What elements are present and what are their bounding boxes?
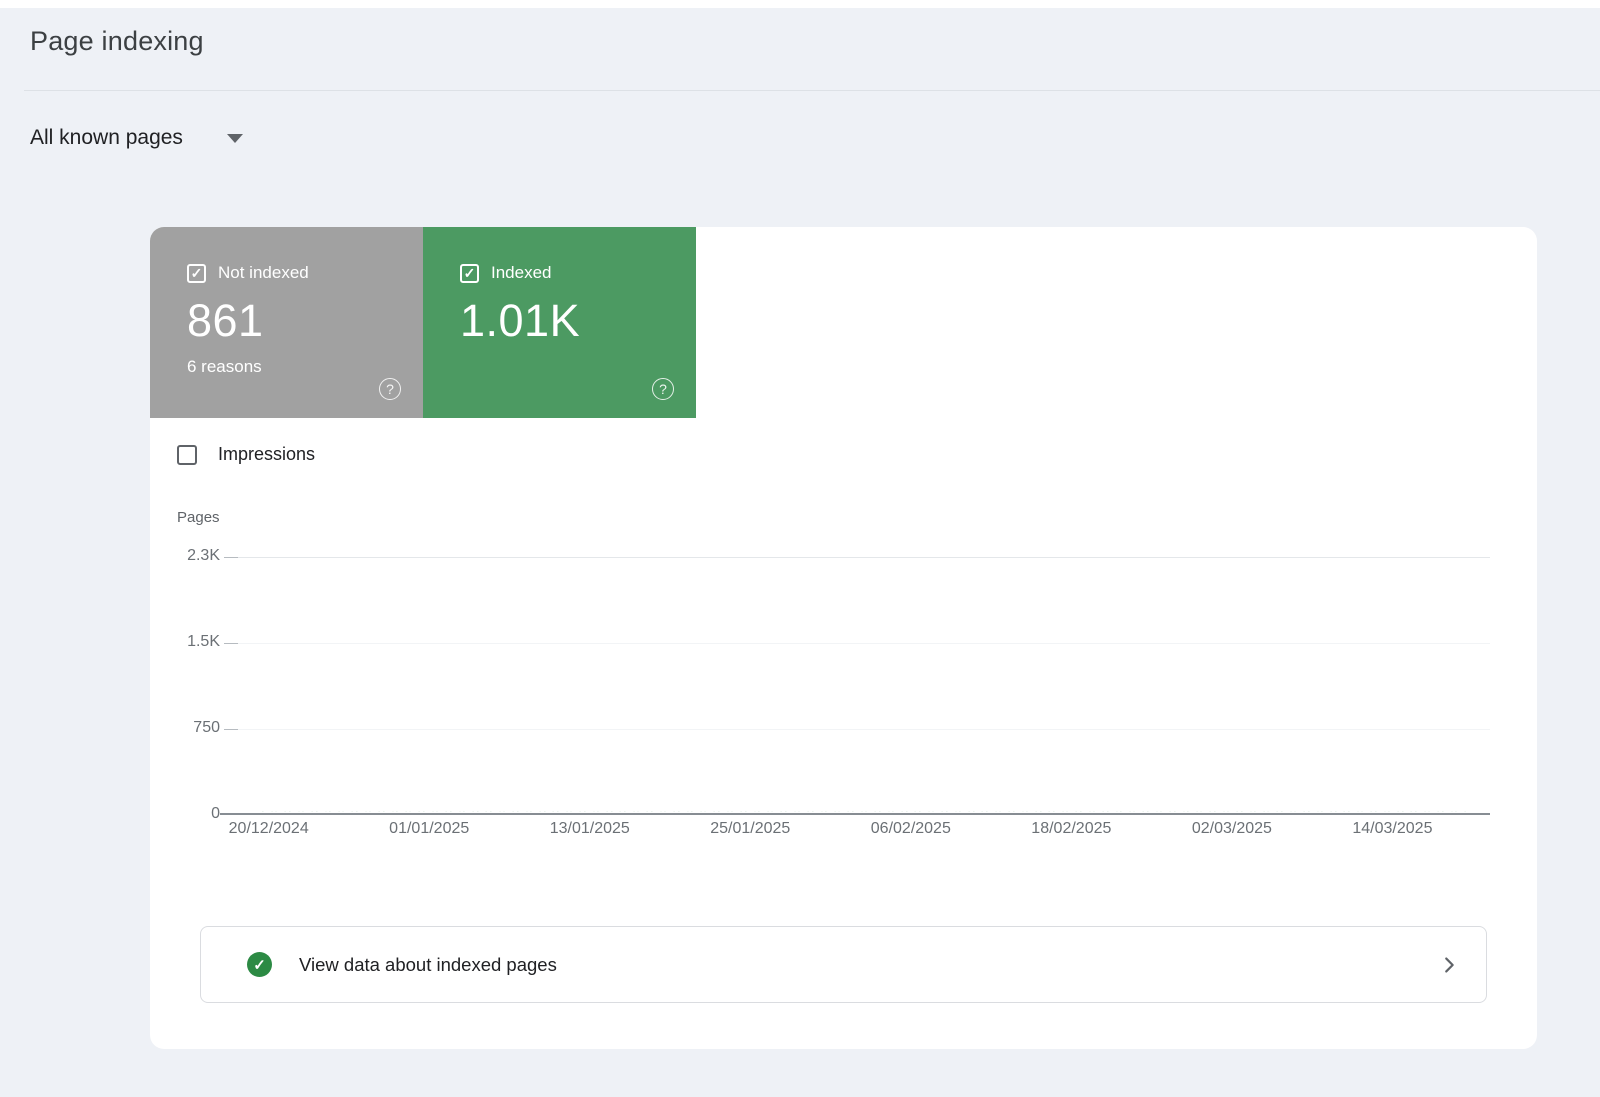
not-indexed-tile-header: ✓ Not indexed (187, 263, 423, 283)
view-indexed-pages-label: View data about indexed pages (299, 954, 557, 976)
x-axis-baseline (220, 813, 1490, 815)
x-axis-label: 13/01/2025 (550, 820, 630, 838)
chevron-down-icon (227, 134, 243, 143)
indexing-chart (240, 557, 1490, 815)
x-axis-label: 14/03/2025 (1352, 820, 1432, 838)
indexed-tile-header: ✓ Indexed (460, 263, 696, 283)
not-indexed-checkbox-icon[interactable]: ✓ (187, 264, 206, 283)
y-tick-label: 1.5K (120, 633, 220, 651)
top-strip (0, 0, 1600, 8)
y-tick-label: 2.3K (120, 547, 220, 565)
x-axis-label: 20/12/2024 (229, 820, 309, 838)
x-axis-label: 01/01/2025 (389, 820, 469, 838)
help-icon[interactable]: ? (652, 378, 674, 400)
y-tick-label: 0 (120, 805, 220, 823)
not-indexed-label: Not indexed (218, 263, 309, 283)
indexed-label: Indexed (491, 263, 552, 283)
x-axis-label: 18/02/2025 (1031, 820, 1111, 838)
not-indexed-count: 861 (187, 295, 423, 347)
header-divider (24, 90, 1600, 91)
y-axis-title: Pages (177, 509, 220, 526)
chart-bars (262, 557, 1466, 813)
x-axis-label: 02/03/2025 (1192, 820, 1272, 838)
page-title: Page indexing (30, 26, 204, 57)
impressions-label: Impressions (218, 444, 315, 465)
y-tick-label: 750 (120, 719, 220, 737)
indexed-checkbox-icon[interactable]: ✓ (460, 264, 479, 283)
view-indexed-pages-link[interactable]: ✓ View data about indexed pages (200, 926, 1487, 1003)
not-indexed-tile[interactable]: ✓ Not indexed 861 6 reasons ? (150, 227, 423, 418)
x-axis-label: 25/01/2025 (710, 820, 790, 838)
check-circle-icon: ✓ (247, 952, 272, 977)
page-indexing-screen: Page indexing All known pages ✓ Not inde… (0, 0, 1600, 1097)
chevron-right-icon[interactable] (1438, 954, 1460, 976)
help-icon[interactable]: ? (379, 378, 401, 400)
impressions-checkbox[interactable] (177, 445, 197, 465)
x-axis-label: 06/02/2025 (871, 820, 951, 838)
impressions-toggle[interactable]: Impressions (177, 444, 315, 465)
indexed-tile[interactable]: ✓ Indexed 1.01K ? (423, 227, 696, 418)
chart-x-labels: 20/12/202401/01/202513/01/202525/01/2025… (262, 820, 1466, 842)
scope-dropdown-label: All known pages (30, 126, 183, 150)
not-indexed-reasons: 6 reasons (187, 357, 423, 377)
indexed-count: 1.01K (460, 295, 696, 347)
summary-tiles: ✓ Not indexed 861 6 reasons ? ✓ Indexed … (150, 227, 696, 418)
page-scope-dropdown[interactable]: All known pages (30, 126, 243, 150)
